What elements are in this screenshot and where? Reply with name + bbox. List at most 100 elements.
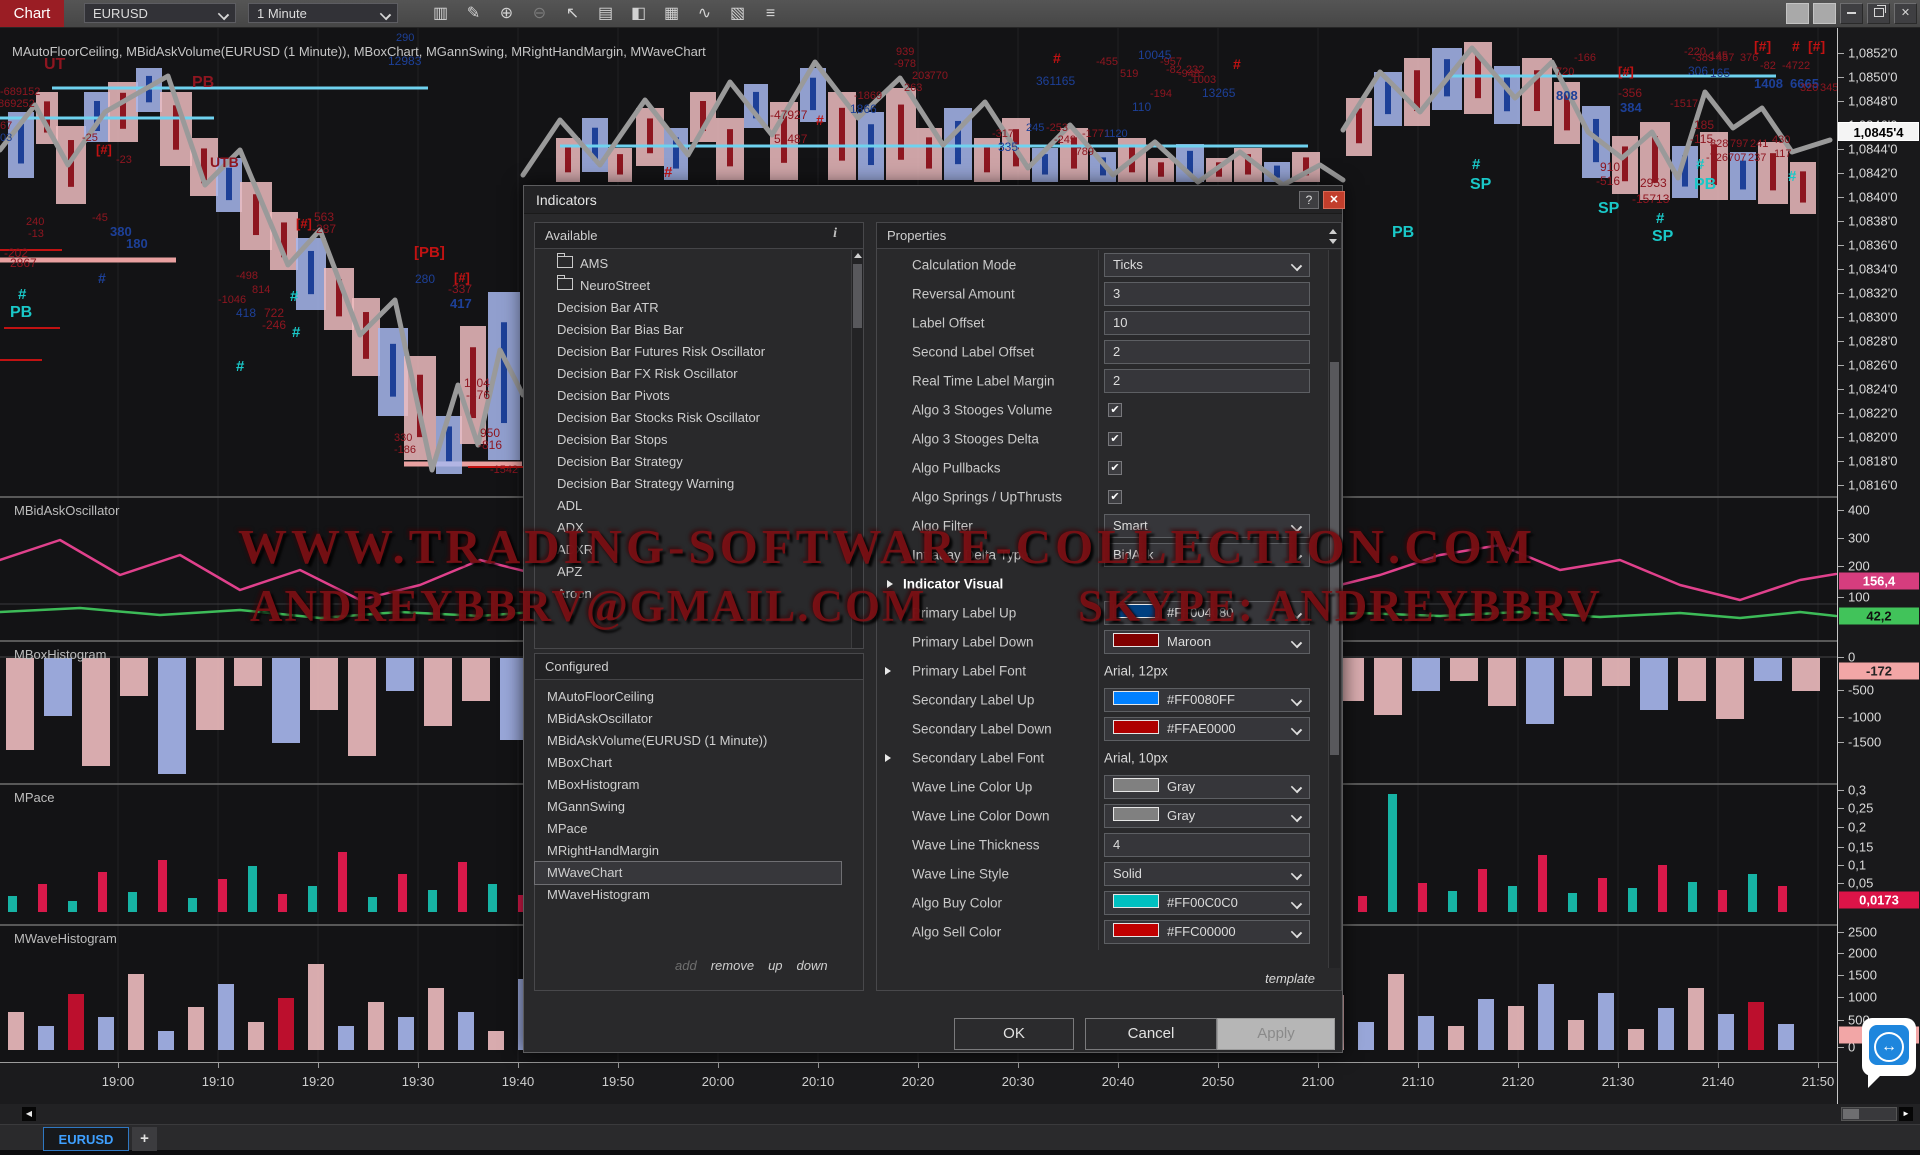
property-dropdown[interactable]: #FFC00000 [1104, 920, 1310, 944]
price-tick-mark [1838, 883, 1844, 884]
available-scrollbar[interactable] [851, 250, 863, 648]
time-axis[interactable]: 19:0019:1019:2019:3019:4019:5020:0020:10… [0, 1062, 1837, 1104]
configured-item[interactable]: MPace [535, 818, 841, 840]
configured-item[interactable]: MAutoFloorCeiling [535, 686, 841, 708]
available-item[interactable]: ADX [535, 517, 835, 539]
property-dropdown[interactable]: Gray [1104, 804, 1310, 828]
property-input[interactable]: 2 [1104, 340, 1310, 364]
window-extra-button-2[interactable] [1813, 3, 1836, 24]
property-dropdown[interactable]: #FF00C0C0 [1104, 891, 1310, 915]
available-item[interactable]: APZ [535, 561, 835, 583]
property-input[interactable]: 2 [1104, 369, 1310, 393]
property-dropdown[interactable]: Smart [1104, 514, 1310, 538]
window-extra-button-1[interactable] [1786, 3, 1809, 24]
configured-item[interactable]: MWaveChart [535, 862, 841, 884]
dialog-close-button[interactable]: ✕ [1323, 191, 1345, 209]
data-box-icon[interactable]: ▤ [589, 0, 622, 27]
configured-item[interactable]: MBoxHistogram [535, 774, 841, 796]
price-tick-mark [1838, 149, 1844, 150]
property-checkbox[interactable]: ✔ [1108, 403, 1122, 417]
font-expander-icon[interactable] [885, 754, 891, 762]
property-input[interactable]: 10 [1104, 311, 1310, 335]
remote-control-bubble[interactable]: ↔ [1862, 1018, 1916, 1076]
font-expander-icon[interactable] [885, 667, 891, 675]
scroll-left-button[interactable]: ◀ [22, 1107, 36, 1121]
configured-item[interactable]: MGannSwing [535, 796, 841, 818]
panel-icon[interactable]: ◧ [622, 0, 655, 27]
horizontal-scrollbar[interactable] [1841, 1107, 1897, 1121]
available-item[interactable]: Decision Bar Stops [535, 429, 835, 451]
property-input[interactable]: 3 [1104, 282, 1310, 306]
help-button[interactable]: ? [1299, 191, 1319, 209]
available-item[interactable]: Decision Bar ATR [535, 297, 835, 319]
minimize-button[interactable] [1840, 3, 1863, 24]
available-item[interactable]: Decision Bar FX Risk Oscillator [535, 363, 835, 385]
draw-tool-icon[interactable]: ✎ [457, 0, 490, 27]
property-dropdown[interactable]: Gray [1104, 775, 1310, 799]
price-axis[interactable]: 1,0852'01,0850'01,0848'01,0846'01,0844'0… [1837, 27, 1920, 1104]
zigzag-icon[interactable]: ∿ [688, 0, 721, 27]
restore-button[interactable] [1867, 3, 1890, 24]
close-window-button[interactable]: ✕ [1894, 3, 1917, 24]
property-dropdown[interactable]: #FF0080FF [1104, 688, 1310, 712]
info-icon[interactable]: i [833, 226, 837, 242]
available-item[interactable]: Decision Bar Strategy [535, 451, 835, 473]
add-action[interactable]: add [675, 958, 697, 973]
property-input[interactable]: 4 [1104, 833, 1310, 857]
group-expander-icon[interactable] [887, 580, 893, 588]
pointer-icon[interactable]: ↖ [556, 0, 589, 27]
available-item[interactable]: Decision Bar Futures Risk Oscillator [535, 341, 835, 363]
available-item[interactable]: Decision Bar Bias Bar [535, 319, 835, 341]
property-dropdown[interactable]: #FFAE0000 [1104, 717, 1310, 741]
zoom-out-icon[interactable]: ⊖ [523, 0, 556, 27]
teamviewer-icon[interactable]: ↔ [1869, 1025, 1909, 1065]
property-dropdown[interactable]: #FF004080 [1104, 601, 1310, 625]
cancel-button[interactable]: Cancel [1085, 1018, 1217, 1050]
spinner-up-icon[interactable] [1329, 229, 1337, 234]
configured-item[interactable]: MWaveHistogram [535, 884, 841, 906]
property-font-value[interactable]: Arial, 12px [1104, 664, 1168, 679]
property-font-value[interactable]: Arial, 10px [1104, 751, 1168, 766]
apply-button[interactable]: Apply [1217, 1018, 1335, 1050]
volume-icon[interactable]: ▦ [655, 0, 688, 27]
available-item[interactable]: NeuroStreet [535, 275, 835, 297]
up-action[interactable]: up [768, 958, 782, 973]
properties-scrollbar[interactable] [1328, 250, 1340, 968]
scrollbar-thumb[interactable] [1843, 1109, 1859, 1119]
add-tab-button[interactable]: + [132, 1127, 157, 1151]
scrollbar-thumb[interactable] [853, 264, 862, 328]
property-dropdown[interactable]: Ticks [1104, 253, 1310, 277]
spinner-down-icon[interactable] [1329, 239, 1337, 244]
zoom-in-icon[interactable]: ⊕ [490, 0, 523, 27]
property-dropdown[interactable]: Maroon [1104, 630, 1310, 654]
scrollbar-thumb[interactable] [1330, 362, 1339, 755]
list-icon[interactable]: ≡ [754, 0, 787, 27]
available-item[interactable]: Decision Bar Strategy Warning [535, 473, 835, 495]
available-item[interactable]: Decision Bar Pivots [535, 385, 835, 407]
available-item[interactable]: Aroon [535, 583, 835, 605]
down-action[interactable]: down [797, 958, 828, 973]
template-link[interactable]: template [1265, 971, 1315, 986]
ok-button[interactable]: OK [954, 1018, 1074, 1050]
property-checkbox[interactable]: ✔ [1108, 432, 1122, 446]
interval-select[interactable]: 1 Minute [248, 3, 398, 23]
configured-item[interactable]: MBoxChart [535, 752, 841, 774]
property-dropdown[interactable]: Solid [1104, 862, 1310, 886]
chart-style-icon[interactable]: ▥ [424, 0, 457, 27]
property-dropdown[interactable]: BidAsk [1104, 543, 1310, 567]
property-checkbox[interactable]: ✔ [1108, 490, 1122, 504]
configured-item[interactable]: MRightHandMargin [535, 840, 841, 862]
configured-item[interactable]: MBidAskOscillator [535, 708, 841, 730]
tab-eurusd[interactable]: EURUSD [43, 1127, 129, 1151]
configured-item[interactable]: MBidAskVolume(EURUSD (1 Minute)) [535, 730, 841, 752]
available-item[interactable]: AMS [535, 253, 835, 275]
available-item[interactable]: Decision Bar Stocks Risk Oscillator [535, 407, 835, 429]
remove-action[interactable]: remove [711, 958, 754, 973]
property-checkbox[interactable]: ✔ [1108, 461, 1122, 475]
script-icon[interactable]: ▧ [721, 0, 754, 27]
available-item[interactable]: ADXR [535, 539, 835, 561]
scroll-right-button[interactable]: ► [1899, 1107, 1913, 1121]
instrument-select[interactable]: EURUSD [84, 3, 236, 23]
scroll-up-icon[interactable] [854, 253, 862, 258]
available-item[interactable]: ADL [535, 495, 835, 517]
